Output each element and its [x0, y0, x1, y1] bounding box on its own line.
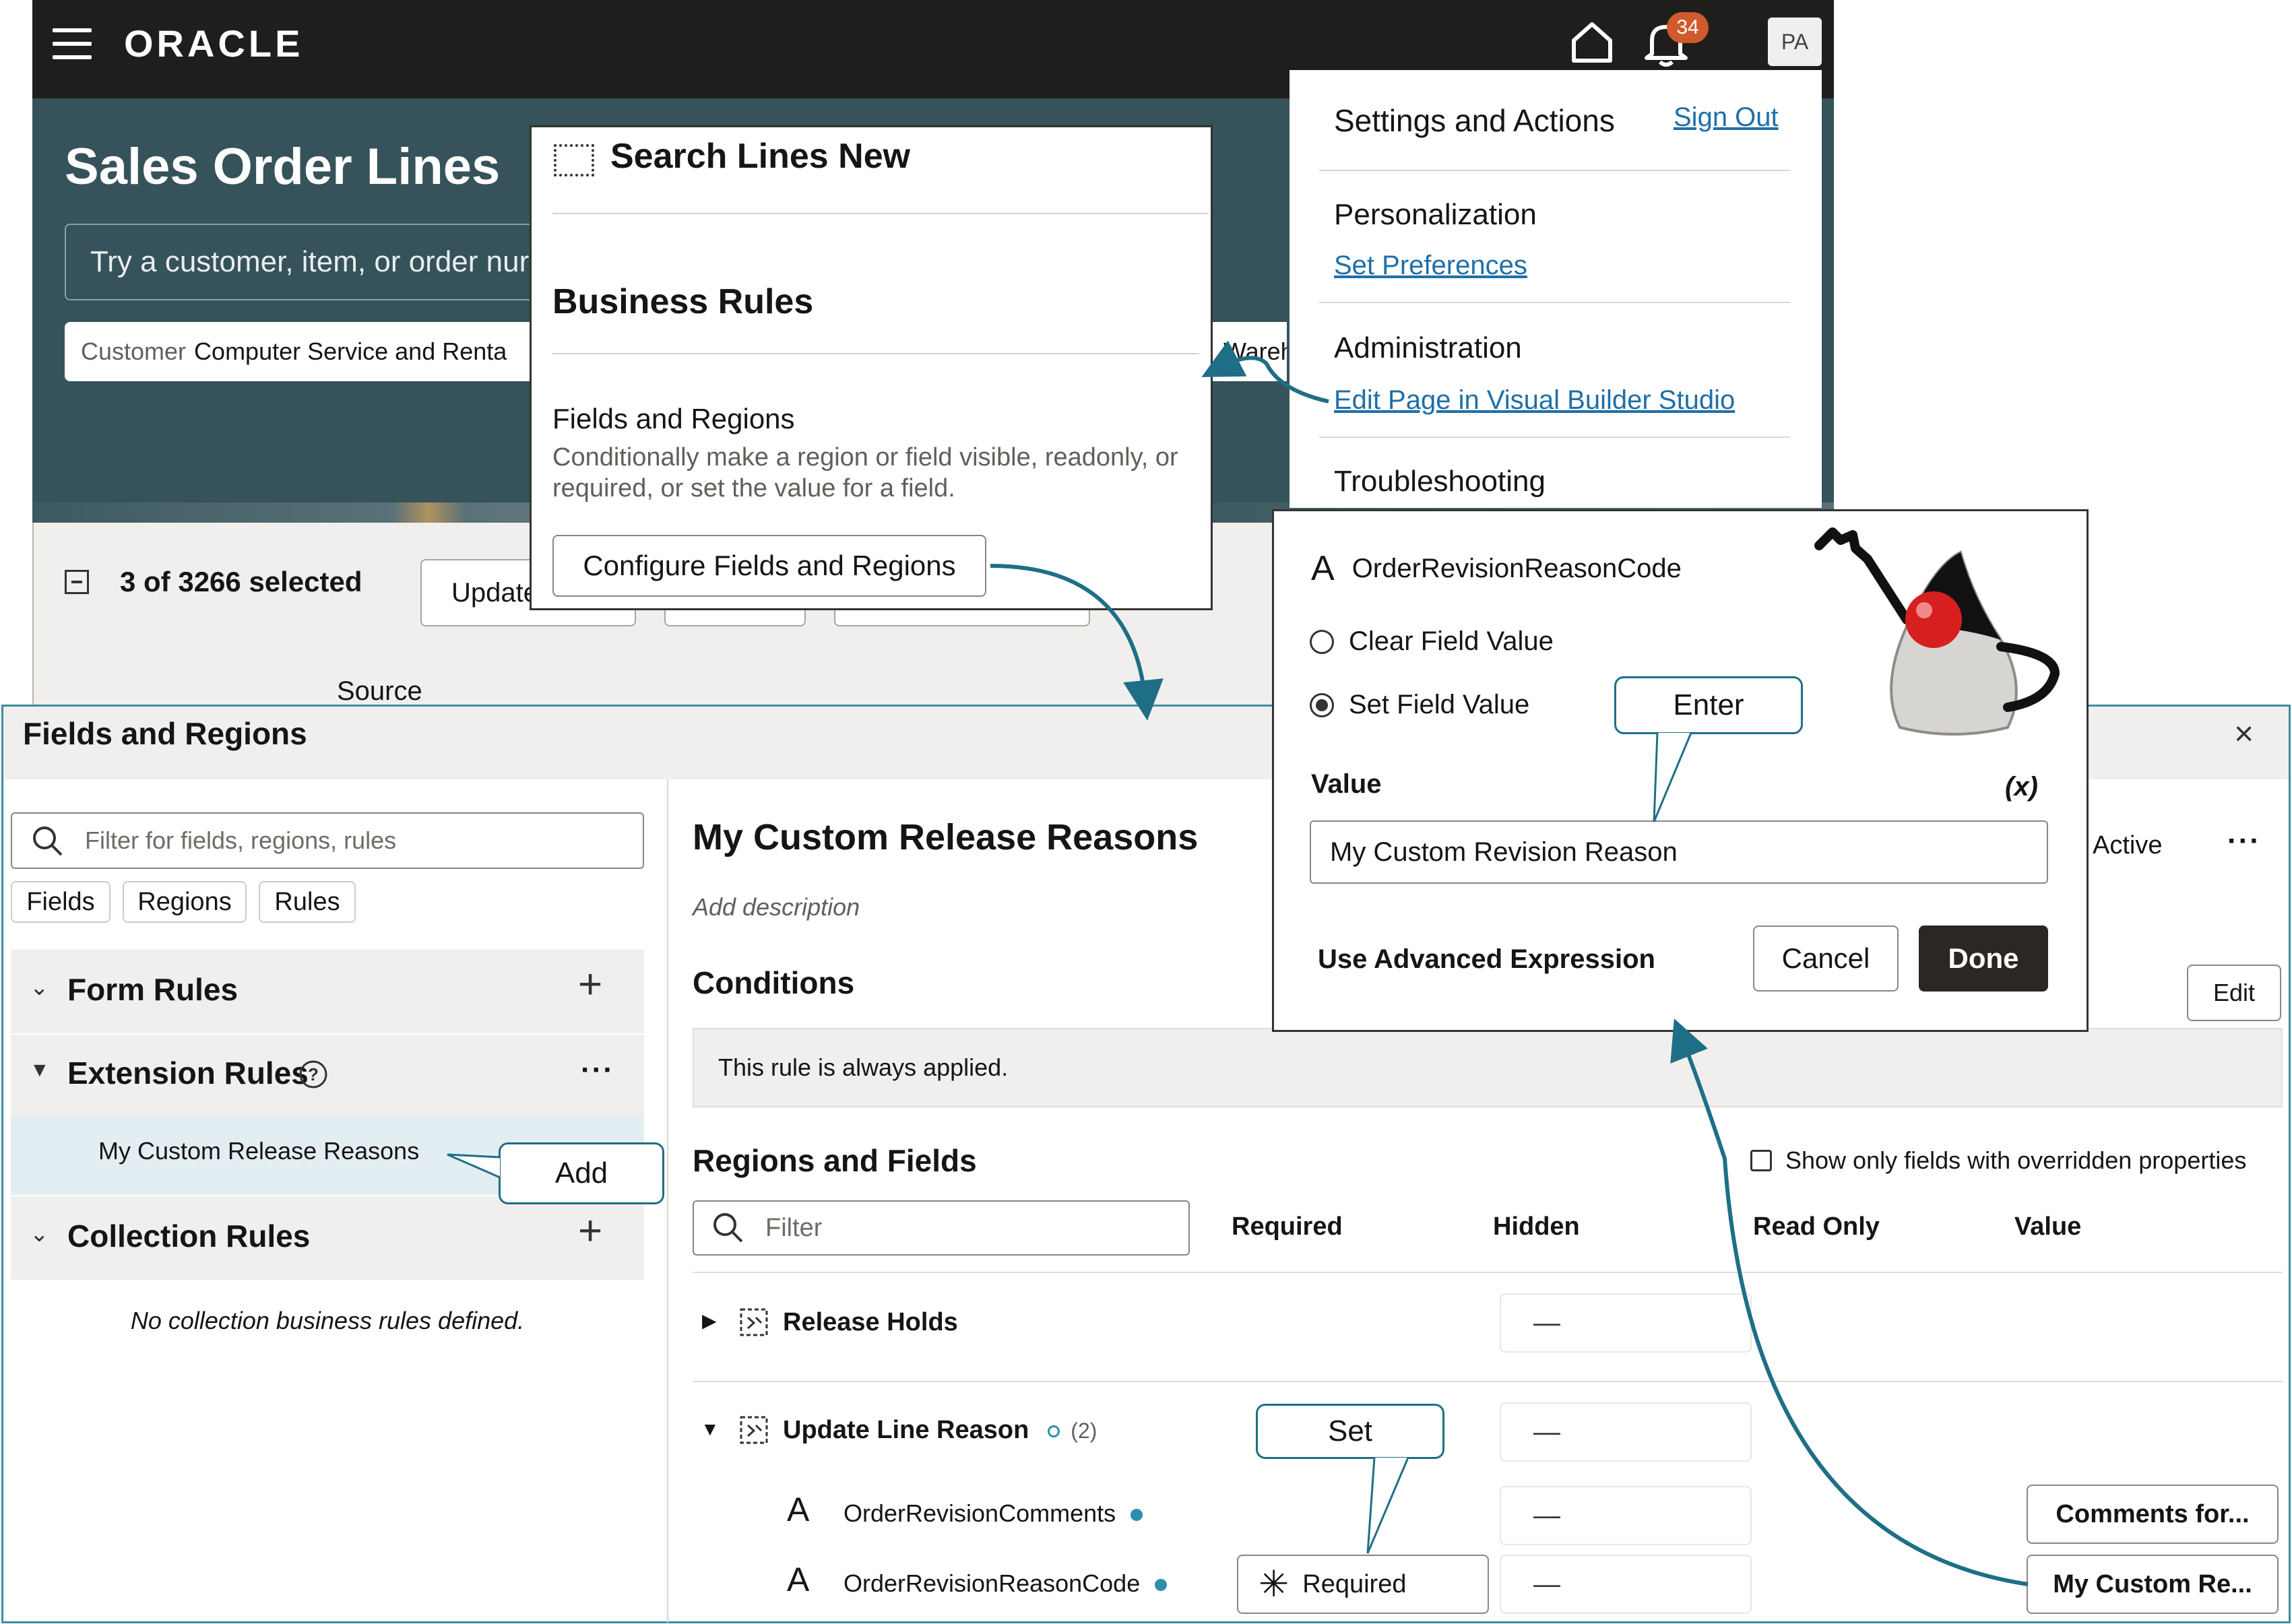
set-callout-pointer [1366, 1458, 1409, 1554]
add-callout-pointer [447, 1153, 501, 1179]
arrow-value-to-popup [1670, 1018, 2029, 1586]
set-callout: Set [1256, 1404, 1444, 1459]
arrow-configure-to-dialog [990, 564, 1164, 721]
add-callout: Add [499, 1142, 664, 1204]
connector-arrows [990, 340, 2029, 1586]
enter-callout-pointer [1653, 733, 1692, 822]
arrow-edit-page [1201, 340, 1329, 403]
enter-callout: Enter [1614, 676, 1803, 734]
